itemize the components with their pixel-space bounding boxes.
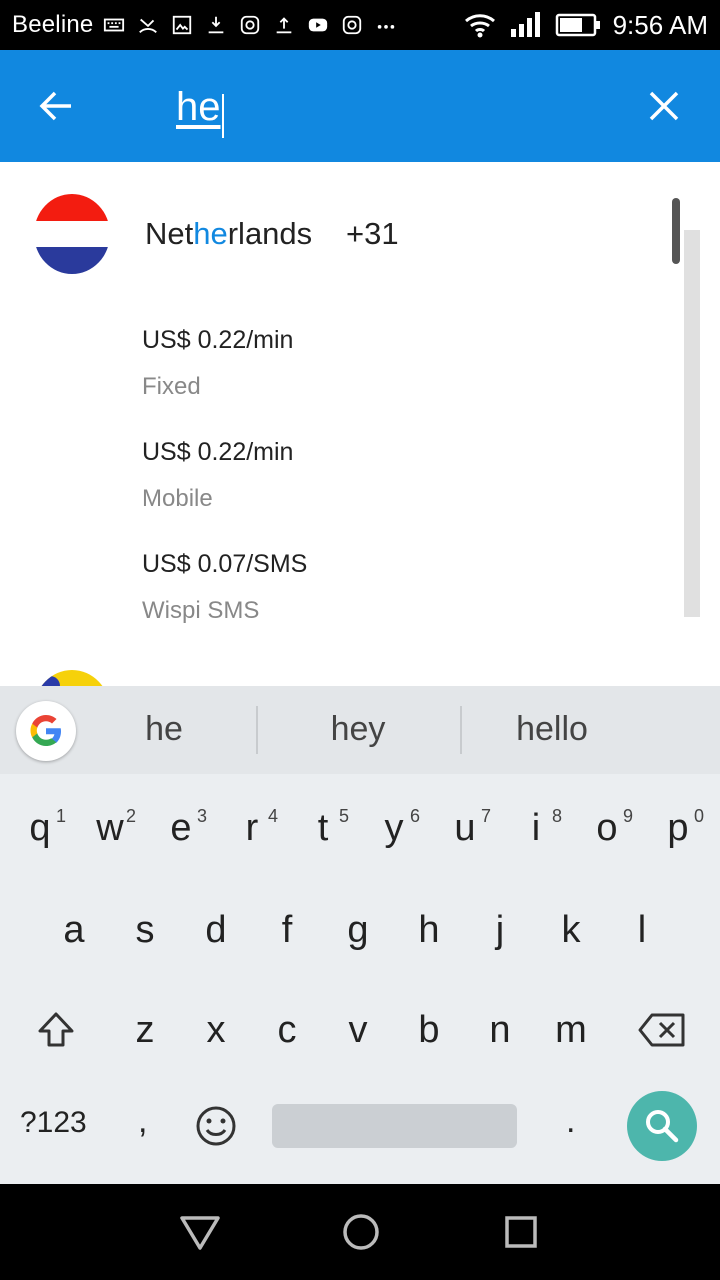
search-input[interactable]: he <box>176 80 224 138</box>
comma-key[interactable]: , <box>138 1102 147 1141</box>
shift-icon <box>38 1012 74 1047</box>
google-button[interactable] <box>16 701 76 761</box>
key-w[interactable]: w2 <box>80 798 140 858</box>
arrow-left-icon <box>39 91 71 121</box>
key-p[interactable]: p0 <box>648 798 708 858</box>
key-x[interactable]: x <box>186 1000 246 1060</box>
search-match: he <box>193 216 228 251</box>
key-u[interactable]: u7 <box>435 798 495 858</box>
key-t[interactable]: t5 <box>293 798 353 858</box>
clock: 9:56 AM <box>612 9 708 40</box>
dial-code: +31 <box>346 216 399 251</box>
search-action-key[interactable] <box>627 1091 697 1161</box>
more-icon <box>378 25 395 29</box>
rate-type: Fixed <box>142 373 201 400</box>
shift-key[interactable] <box>26 1000 86 1060</box>
key-r[interactable]: r4 <box>222 798 282 858</box>
home-circle-icon[interactable] <box>339 1210 383 1254</box>
scrollbar-track[interactable] <box>684 230 700 617</box>
instagram-icon <box>241 15 260 35</box>
back-triangle-icon[interactable] <box>178 1210 222 1254</box>
key-d[interactable]: d <box>186 900 246 960</box>
key-z[interactable]: z <box>115 1000 175 1060</box>
rate-price: US$ 0.22/min <box>142 438 294 466</box>
key-s[interactable]: s <box>115 900 175 960</box>
suggestion-item[interactable]: hello <box>490 710 614 749</box>
country-name[interactable]: Netherlands <box>145 216 312 252</box>
divider <box>460 706 462 754</box>
rate-item[interactable]: US$ 0.22/min Fixed <box>142 326 293 401</box>
suggestion-bar: he hey hello <box>0 686 720 774</box>
key-i[interactable]: i8 <box>506 798 566 858</box>
key-g[interactable]: g <box>328 900 388 960</box>
missed-call-icon <box>139 18 158 34</box>
emoji-key[interactable] <box>194 1104 238 1148</box>
youtube-icon <box>309 18 328 32</box>
back-button[interactable] <box>32 82 80 130</box>
key-v[interactable]: v <box>328 1000 388 1060</box>
close-icon <box>649 91 679 121</box>
search-icon <box>646 1110 679 1143</box>
key-j[interactable]: j <box>470 900 530 960</box>
rate-item[interactable]: US$ 0.22/min Mobile <box>142 438 293 513</box>
carrier-name: Beeline <box>12 11 94 38</box>
signal-icon <box>510 12 540 37</box>
key-b[interactable]: b <box>399 1000 459 1060</box>
backspace-key[interactable] <box>630 1000 694 1060</box>
divider <box>256 706 258 754</box>
upload-icon <box>277 17 292 34</box>
key-f[interactable]: f <box>257 900 317 960</box>
key-y[interactable]: y6 <box>364 798 424 858</box>
keyboard-icon <box>104 18 125 32</box>
search-toolbar: he <box>0 50 720 162</box>
text-cursor <box>221 93 224 138</box>
image-icon <box>173 15 192 35</box>
netherlands-flag-icon <box>34 194 110 274</box>
key-c[interactable]: c <box>257 1000 317 1060</box>
scrollbar-thumb[interactable] <box>672 198 680 264</box>
key-l[interactable]: l <box>612 900 672 960</box>
recent-apps-square-icon[interactable] <box>499 1210 543 1254</box>
rate-type: Wispi SMS <box>142 597 260 624</box>
key-o[interactable]: o9 <box>577 798 637 858</box>
key-h[interactable]: h <box>399 900 459 960</box>
clear-search-button[interactable] <box>640 82 688 130</box>
suggestion-item[interactable]: hey <box>296 710 420 749</box>
rate-price: US$ 0.07/SMS <box>142 550 308 578</box>
rate-type: Mobile <box>142 485 213 512</box>
search-query: he <box>176 85 221 129</box>
backspace-icon <box>638 1013 685 1047</box>
keyboard: he hey hello q1 w2 e3 r4 t5 y6 u7 i8 o9 … <box>0 686 720 1184</box>
key-k[interactable]: k <box>541 900 601 960</box>
symbols-key[interactable]: ?123 <box>20 1106 87 1140</box>
key-n[interactable]: n <box>470 1000 530 1060</box>
instagram-icon <box>343 15 362 35</box>
search-results-list[interactable]: Netherlands +31 US$ 0.22/min Fixed US$ 0… <box>0 162 720 686</box>
emoji-icon <box>196 1106 236 1146</box>
wifi-icon <box>464 14 495 38</box>
period-key[interactable]: . <box>566 1102 575 1141</box>
google-icon <box>30 715 61 746</box>
download-icon <box>209 16 224 34</box>
rate-item[interactable]: US$ 0.07/SMS Wispi SMS <box>142 550 307 625</box>
key-m[interactable]: m <box>541 1000 601 1060</box>
battery-icon <box>555 13 600 37</box>
system-status: 9:56 AM <box>463 10 708 41</box>
navigation-bar <box>0 1184 720 1280</box>
key-e[interactable]: e3 <box>151 798 211 858</box>
key-q[interactable]: q1 <box>10 798 70 858</box>
status-bar: Beeline 9:56 AM <box>0 0 720 50</box>
rate-price: US$ 0.22/min <box>142 326 294 354</box>
notification-icons <box>103 14 397 36</box>
key-a[interactable]: a <box>44 900 104 960</box>
next-country-flag-icon <box>34 670 110 686</box>
space-key[interactable] <box>272 1104 517 1148</box>
suggestion-item[interactable]: he <box>104 710 224 749</box>
